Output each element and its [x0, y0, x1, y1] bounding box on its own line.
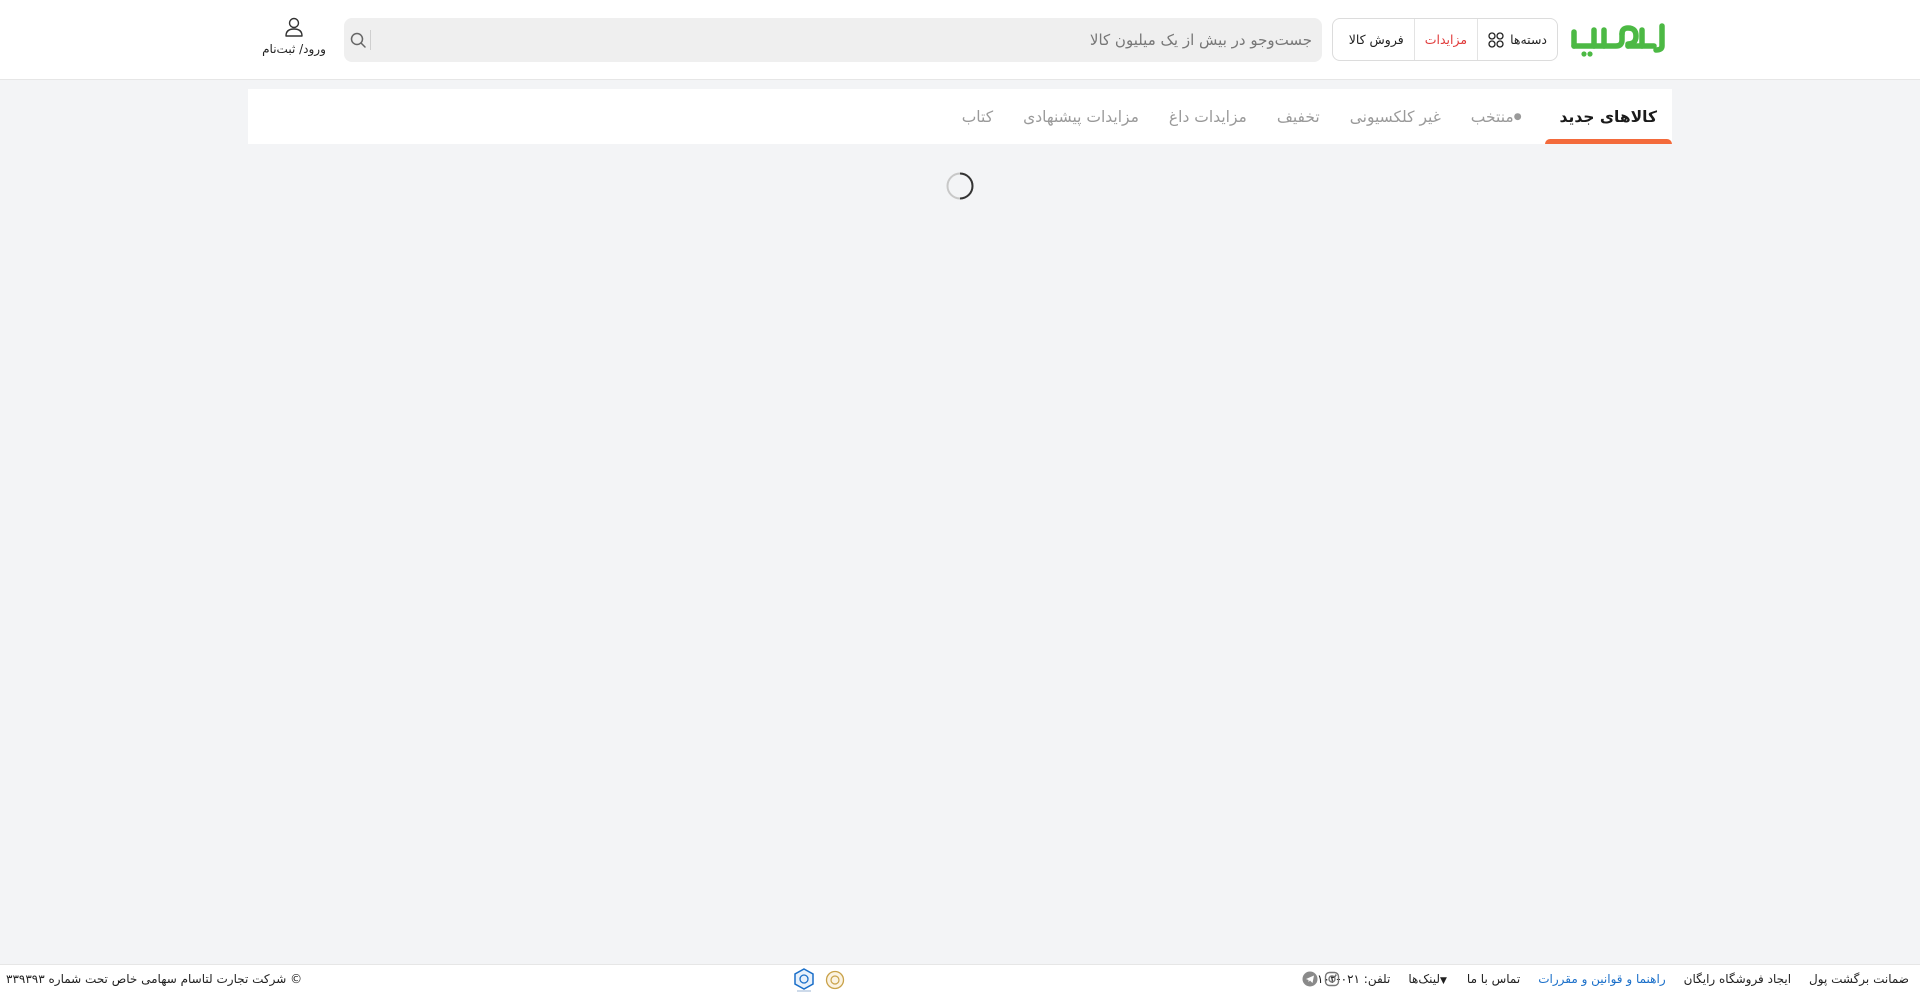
trust-badges — [793, 968, 845, 992]
categories-icon — [1488, 31, 1504, 48]
footer-link-create-store[interactable]: ایجاد فروشگاه رایگان — [1675, 972, 1800, 986]
login-button[interactable]: ورود/ ثبت‌نام — [258, 16, 330, 62]
nav-auctions-label: مزایدات — [1424, 32, 1468, 47]
copyright-text: © شرکت تجارت لتاسام سهامی خاص تحت شماره … — [6, 972, 303, 986]
tab-label: مزایدات پیشنهادی — [1023, 107, 1139, 126]
instagram-icon[interactable] — [1324, 971, 1340, 987]
enamad-badge-icon[interactable] — [793, 968, 815, 992]
login-label: ورود/ ثبت‌نام — [262, 42, 326, 56]
site-logo[interactable] — [1570, 16, 1668, 58]
samandehi-badge-icon[interactable] — [825, 970, 845, 990]
footer-link-rules[interactable]: راهنما و قوانین و مقررات — [1529, 972, 1674, 986]
tab-label: مزایدات داغ — [1168, 107, 1247, 126]
search-icon[interactable] — [348, 30, 368, 50]
footer-link-money-back[interactable]: ضمانت برگشت پول — [1800, 972, 1918, 986]
tab-label: غیر کلکسیونی — [1349, 107, 1441, 126]
dot-icon: ● — [1513, 111, 1522, 122]
tab-label: تخفیف — [1276, 107, 1320, 126]
tab-discount[interactable]: تخفیف — [1262, 89, 1335, 144]
tab-list: کالاهای جدید منتخب ● غیر کلکسیونی تخفیف … — [947, 89, 1673, 144]
footer-links-dropdown[interactable]: لینک‌ها▼ — [1399, 972, 1458, 986]
nav-categories-label: دسته‌ها — [1510, 32, 1547, 47]
search-divider — [370, 30, 371, 50]
tab-non-collectible[interactable]: غیر کلکسیونی — [1335, 89, 1456, 144]
nav-auctions[interactable]: مزایدات — [1415, 19, 1477, 60]
nav-sell[interactable]: فروش کالا — [1339, 19, 1414, 60]
product-tabs: کالاهای جدید منتخب ● غیر کلکسیونی تخفیف … — [248, 89, 1673, 144]
nav-categories[interactable]: دسته‌ها — [1478, 19, 1557, 60]
tab-label: کتاب — [961, 107, 994, 126]
site-footer: ضمانت برگشت پول ایجاد فروشگاه رایگان راه… — [0, 964, 1920, 993]
tab-books[interactable]: کتاب — [947, 89, 1008, 144]
search-input[interactable] — [374, 18, 1314, 62]
footer-social — [1302, 971, 1340, 987]
footer-links: ضمانت برگشت پول ایجاد فروشگاه رایگان راه… — [1295, 965, 1918, 993]
search-bar — [344, 18, 1322, 62]
footer-link-contact[interactable]: تماس با ما — [1458, 972, 1529, 986]
tab-label: منتخب — [1470, 107, 1514, 126]
tab-label: کالاهای جدید — [1559, 107, 1657, 126]
tab-featured[interactable]: منتخب ● — [1456, 89, 1545, 144]
site-header: دسته‌ها مزایدات فروش کالا ورود/ ثبت‌نام — [0, 0, 1920, 80]
nav-sell-label: فروش کالا — [1348, 32, 1404, 47]
user-icon — [285, 17, 303, 37]
tab-hot-auctions[interactable]: مزایدات داغ — [1154, 89, 1262, 144]
tab-suggested-auctions[interactable]: مزایدات پیشنهادی — [1008, 89, 1154, 144]
header-nav: دسته‌ها مزایدات فروش کالا — [1332, 18, 1558, 61]
tab-new-products[interactable]: کالاهای جدید — [1544, 89, 1673, 144]
telegram-icon[interactable] — [1302, 971, 1318, 987]
loading-spinner-icon — [946, 172, 974, 200]
caret-down-icon: ▼ — [1439, 976, 1447, 986]
footer-links-label: لینک‌ها — [1408, 972, 1440, 986]
